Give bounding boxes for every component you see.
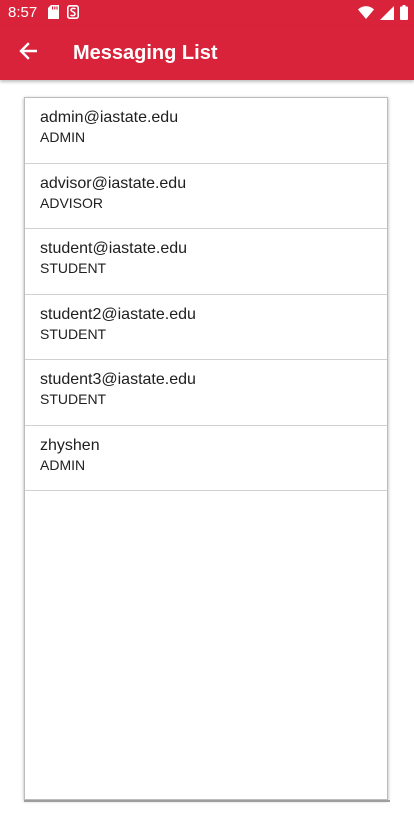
signal-icon [380, 5, 394, 25]
page-title: Messaging List [73, 42, 218, 64]
list-item[interactable]: admin@iastate.edu ADMIN [25, 98, 387, 164]
list-item[interactable]: student2@iastate.edu STUDENT [25, 295, 387, 360]
list-item-email: zhyshen [40, 436, 100, 454]
app-bar: Messaging List [0, 26, 414, 80]
list-item-email: student3@iastate.edu [40, 371, 196, 388]
list-item[interactable]: student3@iastate.edu STUDENT [25, 360, 387, 426]
list-item-email: student2@iastate.edu [40, 305, 196, 323]
list-item-email: student@iastate.edu [40, 240, 188, 257]
status-left-icons [48, 5, 79, 24]
list-item[interactable]: student@iastate.edu STUDENT [25, 229, 387, 295]
list-item[interactable]: advisor@iastate.edu ADVISOR [25, 164, 387, 229]
list-item-role: ADMIN [40, 456, 86, 473]
sd-card-icon [48, 5, 59, 24]
s-notification-icon [67, 5, 79, 24]
list-item-role: STUDENT [40, 260, 107, 276]
list-item[interactable]: zhyshen ADMIN [25, 426, 387, 491]
list-item-role: STUDENT [40, 325, 107, 342]
list-item-role: ADVISOR [40, 194, 104, 211]
list-item-role: STUDENT [40, 391, 107, 407]
list-item-email: advisor@iastate.edu [40, 174, 187, 192]
list-item-email: admin@iastate.edu [40, 109, 179, 126]
status-bar: 8:57 [0, 0, 414, 26]
wifi-icon [358, 6, 374, 24]
list-bottom-divider [24, 800, 390, 802]
messaging-list: admin@iastate.edu ADMIN advisor@iastate.… [24, 97, 388, 800]
battery-icon [400, 5, 408, 25]
status-time: 8:57 [8, 4, 38, 21]
status-right-icons [358, 5, 408, 25]
back-arrow-icon [19, 41, 38, 65]
list-item-role: ADMIN [40, 129, 86, 145]
back-button[interactable] [12, 37, 44, 69]
